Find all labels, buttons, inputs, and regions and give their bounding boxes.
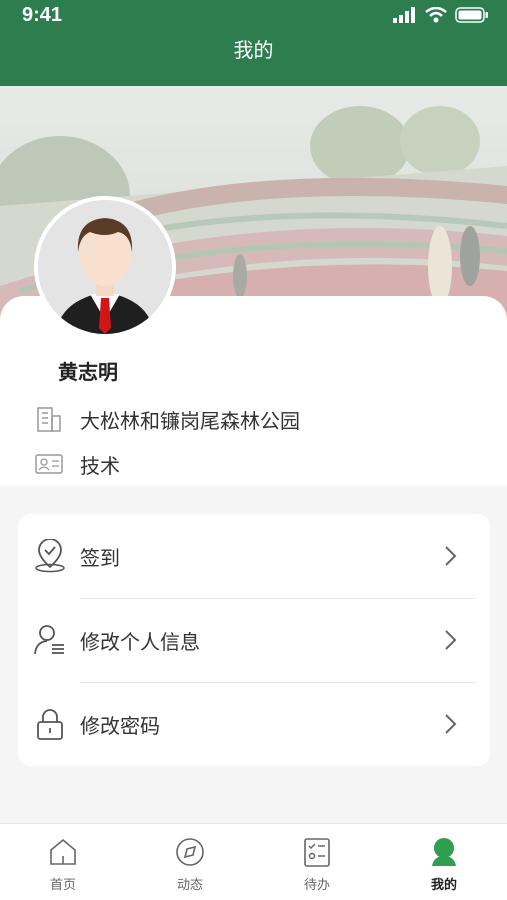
home-icon	[50, 838, 76, 865]
wifi-icon	[425, 7, 447, 23]
organization-row: 大松林和镰岗尾森林公园	[34, 404, 300, 434]
battery-icon	[455, 7, 488, 23]
status-icons	[393, 7, 489, 23]
menu-item-edit-profile[interactable]: 修改个人信息	[18, 598, 490, 682]
chevron-right-icon	[445, 714, 457, 734]
settings-menu: 签到 修改个人信息 修改密码	[18, 514, 490, 766]
tab-feed[interactable]: 动态	[127, 824, 253, 900]
tab-profile[interactable]: 我的	[381, 824, 507, 900]
profile-icon	[432, 838, 456, 866]
user-edit-icon	[32, 622, 68, 658]
checklist-icon	[304, 838, 330, 867]
organization-text: 大松林和镰岗尾森林公园	[80, 408, 300, 433]
menu-item-label: 修改密码	[80, 713, 160, 738]
tab-label: 首页	[49, 878, 76, 893]
menu-item-change-password[interactable]: 修改密码	[18, 682, 490, 766]
signal-icon	[393, 7, 415, 23]
tab-home[interactable]: 首页	[0, 824, 126, 900]
location-check-icon	[32, 538, 68, 574]
chevron-right-icon	[445, 630, 457, 650]
tab-todo[interactable]: 待办	[254, 824, 380, 900]
tab-label: 动态	[176, 878, 203, 893]
menu-item-label: 修改个人信息	[80, 629, 200, 654]
building-icon	[34, 404, 64, 434]
compass-icon	[176, 838, 204, 866]
bottom-tab-bar: 首页 动态 待办 我的	[0, 823, 507, 900]
menu-item-label: 签到	[80, 545, 120, 570]
tab-label: 待办	[303, 878, 330, 893]
id-card-icon	[34, 449, 64, 479]
lock-icon	[32, 706, 68, 742]
status-time: 9:41	[22, 4, 63, 26]
status-bar: 9:41	[0, 0, 507, 32]
chevron-right-icon	[445, 546, 457, 566]
role-row: 技术	[34, 449, 120, 479]
tab-label: 我的	[430, 878, 457, 893]
role-text: 技术	[80, 453, 120, 478]
app-header: 9:41 我的	[0, 0, 507, 86]
avatar[interactable]	[34, 196, 176, 338]
menu-item-check-in[interactable]: 签到	[18, 514, 490, 598]
page-title: 我的	[233, 38, 274, 62]
user-name: 黄志明	[58, 360, 118, 384]
